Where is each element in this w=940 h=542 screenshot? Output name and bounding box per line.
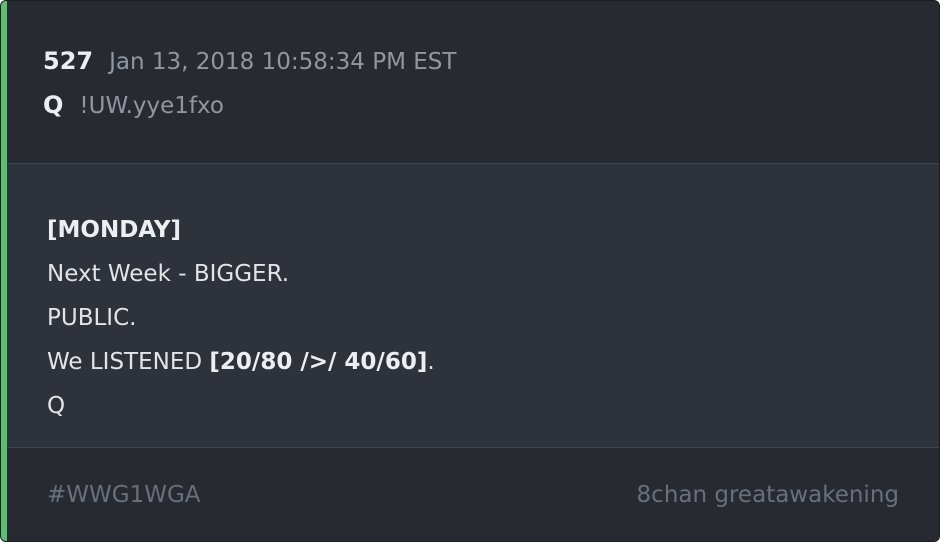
post-line: PUBLIC.: [47, 305, 137, 331]
source-label: 8chan greatawakening: [636, 482, 899, 508]
post-header: 527 Jan 13, 2018 10:58:34 PM EST Q !UW.y…: [7, 1, 939, 164]
post-meta-row: 527 Jan 13, 2018 10:58:34 PM EST: [43, 47, 456, 75]
post-text: [MONDAY] Next Week - BIGGER. PUBLIC. We …: [47, 208, 435, 428]
post-line: We LISTENED [20/80 />/ 40/60].: [47, 340, 435, 384]
post-card: 527 Jan 13, 2018 10:58:34 PM EST Q !UW.y…: [0, 0, 940, 542]
post-line-text: .: [427, 349, 435, 375]
author-name: Q: [43, 91, 64, 119]
post-line: Q: [47, 393, 66, 419]
post-body: [MONDAY] Next Week - BIGGER. PUBLIC. We …: [7, 164, 939, 448]
post-line: [MONDAY]: [47, 217, 182, 243]
post-number: 527: [43, 47, 94, 75]
post-line-bold-text: [20/80 />/ 40/60]: [209, 349, 428, 375]
author-row: Q !UW.yye1fxo: [43, 91, 224, 119]
post-footer: #WWG1WGA 8chan greatawakening: [7, 448, 939, 541]
author-tripcode: !UW.yye1fxo: [79, 93, 224, 119]
post-line-text: We LISTENED: [47, 349, 210, 375]
hashtag-label: #WWG1WGA: [47, 482, 201, 508]
post-timestamp: Jan 13, 2018 10:58:34 PM EST: [109, 49, 457, 75]
post-line: Next Week - BIGGER.: [47, 261, 290, 287]
